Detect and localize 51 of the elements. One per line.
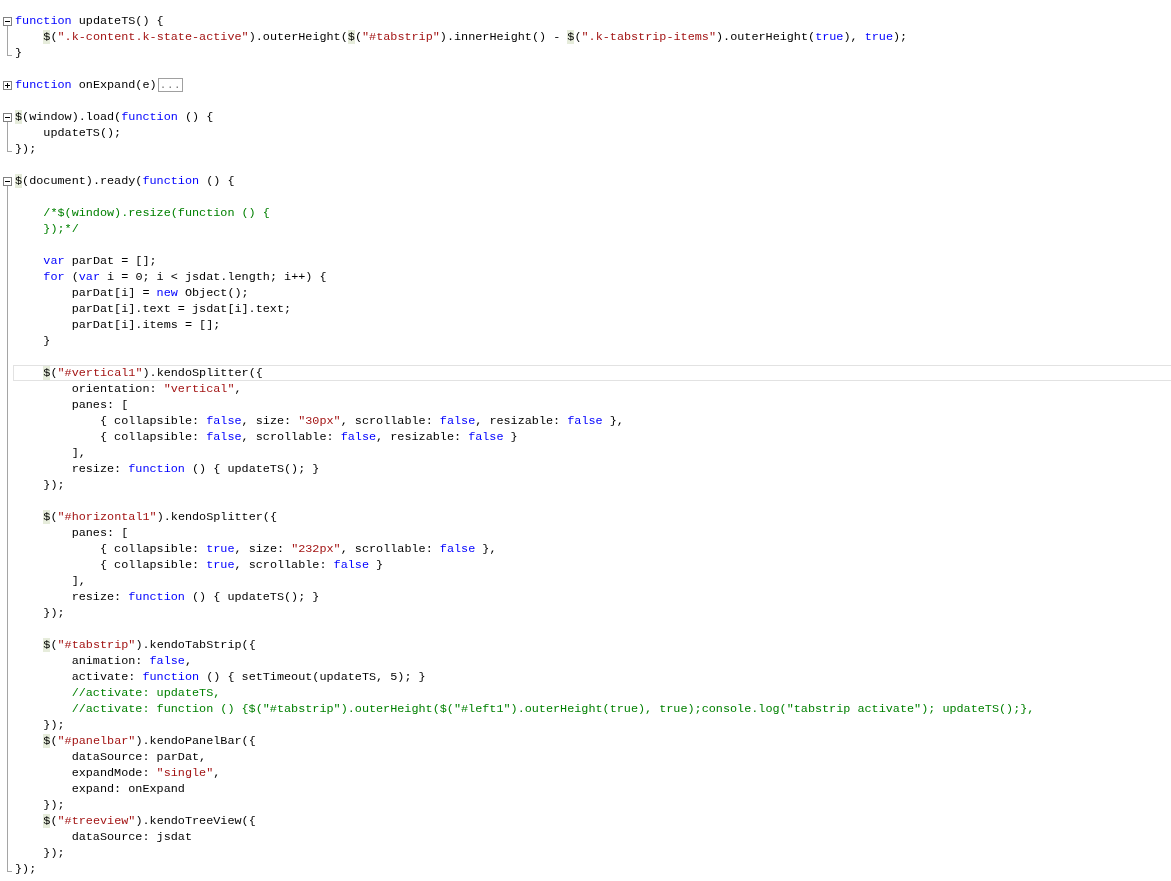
code-line: $(window).load(function () { xyxy=(15,110,214,124)
code-line: $(document).ready(function () { xyxy=(15,174,235,188)
code-line: parDat[i].text = jsdat[i].text; xyxy=(70,302,292,316)
code-line: for (var i = 0; i < jsdat.length; i++) { xyxy=(42,270,327,284)
code-line: }); xyxy=(15,862,37,876)
code-line: expand: onExpand xyxy=(70,782,185,796)
code-line: }); xyxy=(42,718,65,732)
code-line: $("#horizontal1").kendoSplitter({ xyxy=(42,510,277,524)
expand-icon[interactable] xyxy=(3,81,12,90)
code-line: }); xyxy=(42,798,65,812)
code-line: }); xyxy=(42,606,65,620)
collapse-icon[interactable] xyxy=(3,113,12,122)
code-line: }); xyxy=(42,478,65,492)
code-line: updateTS(); xyxy=(42,126,122,140)
code-line: resize: function () { updateTS(); } xyxy=(70,462,320,476)
code-line: { collapsible: false, size: "30px", scrollable: false, resizable: false }, xyxy=(98,414,624,428)
code-line: ], xyxy=(70,574,86,588)
code-line: }); xyxy=(15,142,37,156)
code-line: var parDat = []; xyxy=(42,254,157,268)
code-line: resize: function () { updateTS(); } xyxy=(70,590,320,604)
code-line: dataSource: jsdat xyxy=(70,830,192,844)
code-line: $("#vertical1").kendoSplitter({ xyxy=(42,366,263,380)
code-line: //activate: function () {$("#tabstrip").outerHeight($("#left1").outerHeight(true), true);console.log("tabstrip activate"); updateTS();}, xyxy=(70,702,1035,716)
code-line: ], xyxy=(70,446,86,460)
collapsed-code-box[interactable]: ... xyxy=(157,78,183,92)
code-line: function updateTS() { xyxy=(15,14,164,28)
collapse-icon[interactable] xyxy=(3,177,12,186)
code-line: $("#treeview").kendoTreeView({ xyxy=(42,814,256,828)
code-line: $("#tabstrip").kendoTabStrip({ xyxy=(42,638,256,652)
code-line: //activate: updateTS, xyxy=(70,686,221,700)
code-line: { collapsible: true, size: "232px", scrollable: false }, xyxy=(98,542,497,556)
code-line: });*/ xyxy=(42,222,79,236)
code-line: function onExpand(e) xyxy=(15,78,157,92)
code-line: parDat[i].items = []; xyxy=(70,318,221,332)
code-line: dataSource: parDat, xyxy=(70,750,207,764)
code-line: panes: [ xyxy=(70,398,129,412)
code-line: } xyxy=(42,334,51,348)
code-line: { collapsible: true, scrollable: false } xyxy=(98,558,384,572)
code-line: { collapsible: false, scrollable: false, resizable: false } xyxy=(98,430,518,444)
code-line: $(".k-content.k-state-active").outerHeight($("#tabstrip").innerHeight() - $(".k-tabstrip-items").outerHeight(true), true); xyxy=(42,30,908,44)
code-line: expandMode: "single", xyxy=(70,766,221,780)
code-line: /*$(window).resize(function () { xyxy=(42,206,270,220)
code-line: animation: false, xyxy=(70,654,192,668)
collapse-icon[interactable] xyxy=(3,17,12,26)
code-line: panes: [ xyxy=(70,526,129,540)
code-line: }); xyxy=(42,846,65,860)
code-line: orientation: "vertical", xyxy=(70,382,242,396)
code-line: } xyxy=(15,46,23,60)
code-line: activate: function () { setTimeout(updateTS, 5); } xyxy=(70,670,426,684)
code-line: $("#panelbar").kendoPanelBar({ xyxy=(42,734,256,748)
code-line: parDat[i] = new Object(); xyxy=(70,286,249,300)
